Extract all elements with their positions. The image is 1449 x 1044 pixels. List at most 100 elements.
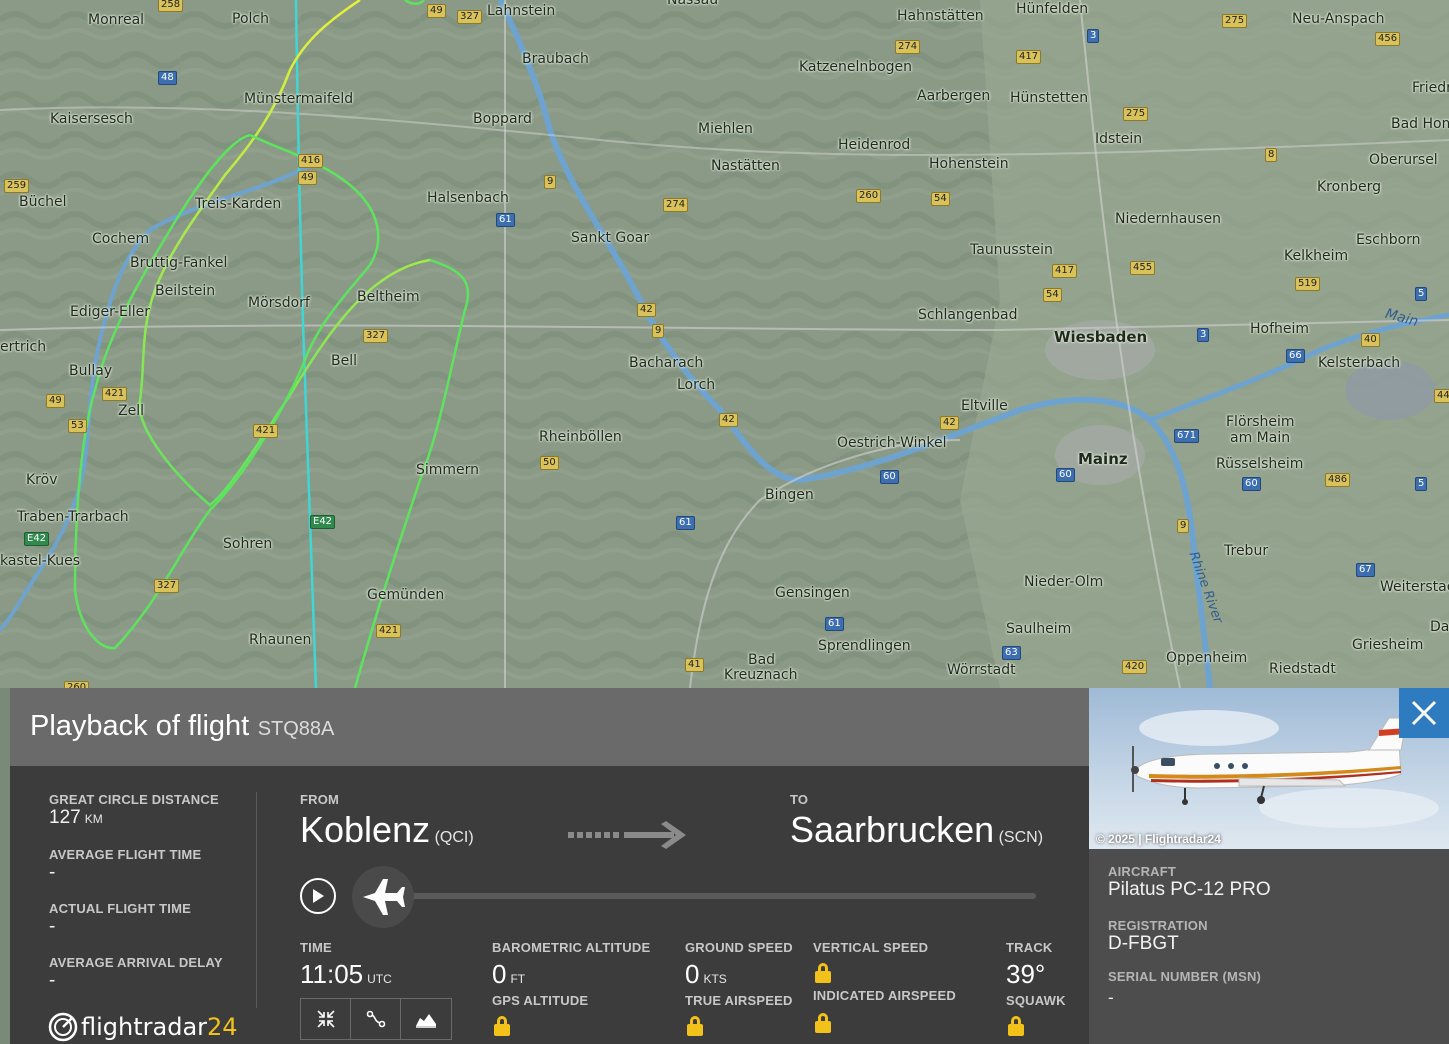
map-place-label: Oberursel: [1369, 152, 1438, 168]
map-place-label: Niedernhausen: [1115, 211, 1221, 227]
time-unit: UTC: [367, 972, 392, 986]
map-place-label: Kelsterbach: [1318, 355, 1401, 371]
flightradar24-logo[interactable]: flightradar 24: [48, 1012, 238, 1042]
map-place-label: Büchel: [19, 194, 67, 210]
time-value: 11:05: [300, 959, 364, 989]
route-shield: 5: [1415, 477, 1428, 491]
map-place-label: Mörsdorf: [248, 295, 310, 311]
play-button[interactable]: [300, 878, 336, 914]
route-shield: 66: [1286, 349, 1305, 363]
route-shield: 9: [652, 324, 665, 338]
route-shield: 417: [1016, 50, 1042, 64]
route-shield: 60: [1056, 468, 1075, 482]
stat-value: 127: [49, 807, 81, 828]
map-canvas: [0, 0, 1449, 688]
destination-city: Saarbrucken: [790, 809, 995, 850]
baro-label: BAROMETRIC ALTITUDE: [492, 940, 651, 955]
map-place-label: Hohenstein: [929, 156, 1009, 172]
destination-block: TO Saarbrucken (SCN): [790, 792, 1043, 851]
map-place-label: Rheinböllen: [539, 429, 622, 445]
lock-icon[interactable]: [494, 1016, 510, 1036]
stats-column: GREAT CIRCLE DISTANCE 127 KM AVERAGE FLIG…: [49, 792, 249, 1009]
destination-code: (SCN): [998, 829, 1044, 846]
route-shield: 42: [719, 413, 738, 427]
stat-label: GREAT CIRCLE DISTANCE: [49, 792, 219, 807]
route-shield: 671: [1174, 429, 1200, 443]
route-view-button[interactable]: [351, 999, 401, 1039]
map-place-label: Oestrich-Winkel: [837, 435, 947, 451]
gs-label: GROUND SPEED: [685, 940, 793, 955]
map-place-label: Taunusstein: [970, 242, 1053, 258]
map-place-label: am Main: [1230, 430, 1291, 446]
map-place-label: Bingen: [765, 487, 814, 503]
route-shield: 42: [637, 303, 656, 317]
map-place-label: Hünfelden: [1016, 1, 1089, 17]
route-shield: 5: [1415, 287, 1428, 301]
route-shield: 275: [1222, 14, 1248, 28]
gps-altitude-readout: GPS ALTITUDE: [492, 993, 588, 1041]
map-place-label: Riedstadt: [1269, 661, 1336, 677]
route-shield: 274: [895, 40, 921, 54]
timeline-scrubber[interactable]: [352, 866, 414, 928]
timeline-track[interactable]: [400, 893, 1036, 899]
to-label: TO: [790, 792, 809, 807]
stat-label: AVERAGE ARRIVAL DELAY: [49, 955, 223, 970]
map-view[interactable]: Monreal Polch Lahnstein Nassau Hahnstätt…: [0, 0, 1449, 688]
stat-label: AVERAGE FLIGHT TIME: [49, 847, 202, 862]
map-place-label: Hahnstätten: [897, 8, 984, 24]
route-shield: 327: [154, 579, 180, 593]
route-shield: 456: [1375, 32, 1401, 46]
map-place-label: Rüsselsheim: [1216, 456, 1304, 472]
lock-icon[interactable]: [1008, 1016, 1024, 1036]
stat-average-flight-time: AVERAGE FLIGHT TIME -: [49, 847, 249, 901]
map-place-label: kastel-Kues: [0, 553, 81, 569]
route-shield: 260: [856, 189, 882, 203]
lock-icon[interactable]: [815, 1013, 831, 1033]
route-shield: 49: [46, 394, 65, 408]
route-shield: 258: [158, 0, 184, 12]
altitude-graph-button[interactable]: [401, 999, 451, 1039]
map-place-label: Bad: [748, 652, 776, 668]
lock-icon[interactable]: [687, 1016, 703, 1036]
brand-name: flightradar: [81, 1013, 208, 1041]
map-place-label: Heidenrod: [838, 137, 911, 153]
route-shield: 61: [496, 213, 515, 227]
map-place-label: Wörrstadt: [947, 662, 1016, 678]
map-place-label: Rhaunen: [249, 632, 312, 648]
route-shield: 44: [1434, 389, 1449, 403]
close-button[interactable]: [1399, 688, 1449, 738]
map-place-label: Eschborn: [1356, 232, 1421, 248]
map-place-label: Polch: [232, 11, 269, 27]
close-icon: [1411, 700, 1437, 726]
map-place-label: Lahnstein: [487, 3, 556, 19]
route-shield: 50: [540, 456, 559, 470]
route-shield: 48: [158, 71, 177, 85]
gs-unit: KTS: [703, 972, 727, 986]
route-shield: 3: [1087, 29, 1100, 43]
route-shield: 421: [102, 387, 128, 401]
stat-value: -: [49, 862, 56, 883]
map-place-label: Kelkheim: [1284, 248, 1349, 264]
collapse-view-button[interactable]: [301, 999, 351, 1039]
radar-icon: [48, 1012, 78, 1042]
route-shield: 42: [940, 416, 959, 430]
map-place-label: Friedr: [1412, 80, 1449, 96]
map-place-label: Aarbergen: [917, 88, 991, 104]
airplane-icon: [363, 879, 405, 915]
aircraft-value: Pilatus PC-12 PRO: [1108, 879, 1271, 900]
lock-icon[interactable]: [815, 963, 831, 983]
map-place-label: Nieder-Olm: [1024, 574, 1104, 590]
route-shield: 61: [676, 516, 695, 530]
gps-label: GPS ALTITUDE: [492, 993, 589, 1008]
map-place-label: Griesheim: [1352, 637, 1424, 653]
route-shield: 275: [1123, 107, 1149, 121]
stat-value: -: [49, 916, 56, 937]
squawk-label: SQUAWK: [1006, 993, 1066, 1008]
track-label: TRACK: [1006, 940, 1053, 955]
route-shield: 54: [1043, 288, 1062, 302]
aircraft-photo[interactable]: © 2025 | Flightradar24: [1089, 688, 1449, 849]
brand-number: 24: [207, 1013, 238, 1041]
map-place-label: Wiesbaden: [1054, 328, 1148, 346]
route-shield: 63: [1002, 646, 1021, 660]
route-shield: 417: [1052, 264, 1078, 278]
